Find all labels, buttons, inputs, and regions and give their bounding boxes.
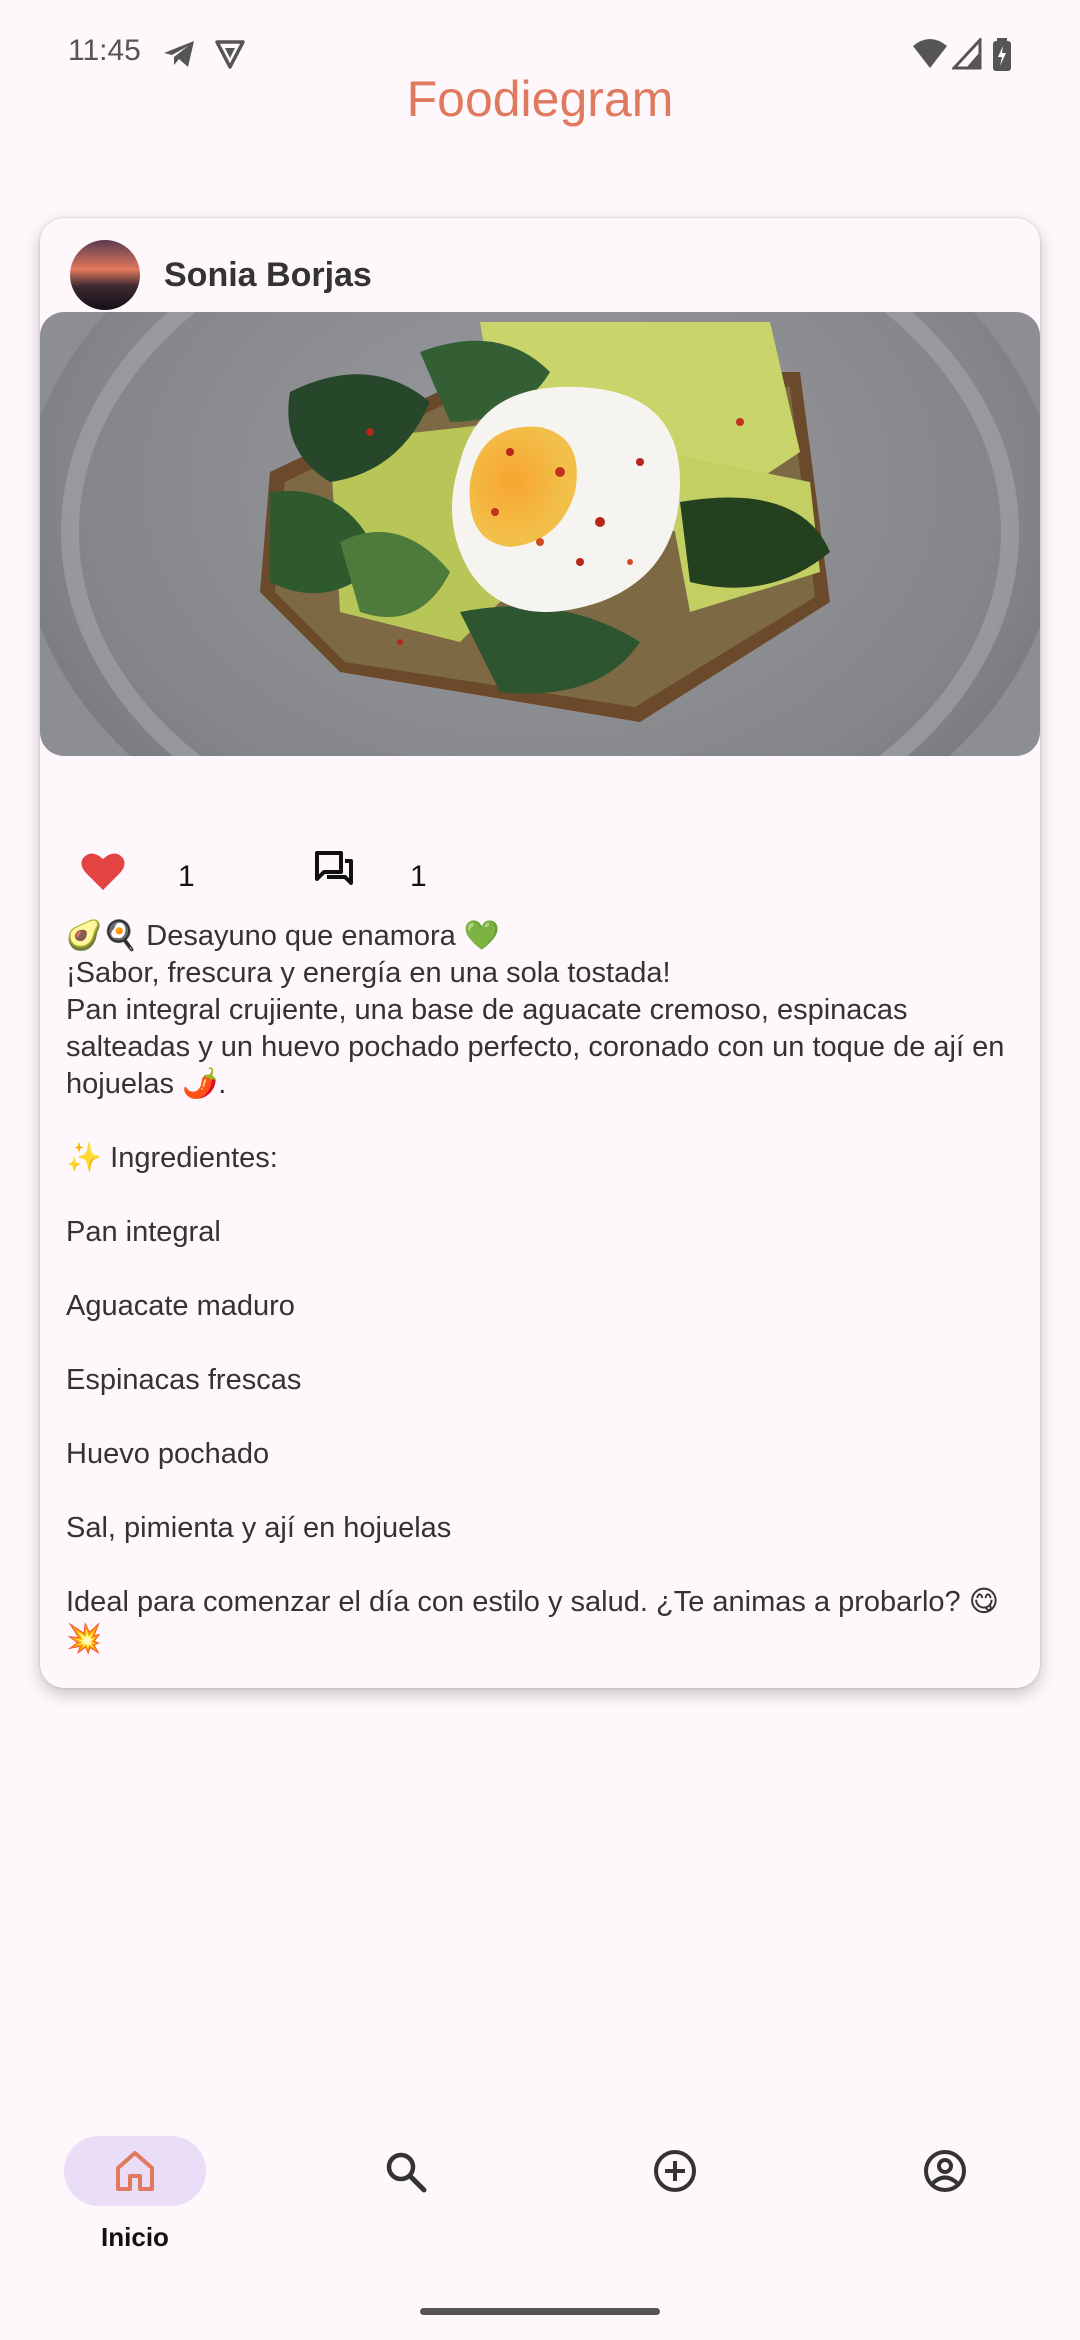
- post-image[interactable]: [40, 312, 1040, 756]
- account-icon: [922, 2148, 968, 2199]
- caption-line: Pan integral crujiente, una base de agua…: [66, 994, 1005, 1100]
- home-icon: [112, 2148, 158, 2199]
- ingredient-item: Aguacate maduro: [66, 1290, 295, 1322]
- nav-item-inicio[interactable]: Inicio: [0, 2110, 270, 2270]
- heart-icon[interactable]: [80, 850, 126, 897]
- search-icon: [382, 2148, 428, 2199]
- post-author[interactable]: Sonia Borjas: [164, 256, 372, 295]
- post-card: Sonia Borjas 1 1 🥑🍳 Desayuno que enamora…: [40, 218, 1040, 1688]
- nav-label-inicio: Inicio: [101, 2222, 169, 2252]
- ingredient-item: Sal, pimienta y ají en hojuelas: [66, 1512, 452, 1544]
- like-count: 1: [178, 860, 195, 893]
- caption-closing: Ideal para comenzar el día con estilo y …: [66, 1586, 999, 1655]
- post-actions: 1 1: [40, 818, 1040, 918]
- app-title: Foodiegram: [406, 71, 674, 127]
- post-header: Sonia Borjas: [40, 218, 1040, 312]
- ingredient-item: Pan integral: [66, 1216, 221, 1248]
- caption-line: ¡Sabor, frescura y energía en una sola t…: [66, 957, 671, 989]
- nav-item-profile[interactable]: [810, 2110, 1080, 2270]
- ingredients-title: ✨ Ingredientes:: [66, 1142, 278, 1174]
- comment-icon[interactable]: [314, 850, 354, 895]
- ingredient-item: Espinacas frescas: [66, 1364, 302, 1396]
- comment-count: 1: [410, 860, 427, 893]
- nav-item-search[interactable]: [270, 2110, 540, 2270]
- avatar[interactable]: [70, 240, 140, 310]
- status-time: 11:45: [68, 34, 141, 67]
- caption-line: 🥑🍳 Desayuno que enamora 💚: [66, 920, 500, 952]
- post-caption: 🥑🍳 Desayuno que enamora 💚 ¡Sabor, frescu…: [66, 918, 1016, 1658]
- home-indicator[interactable]: [420, 2308, 660, 2315]
- bottom-nav: Inicio: [0, 2110, 1080, 2340]
- nav-item-add[interactable]: [540, 2110, 810, 2270]
- add-circle-icon: [652, 2148, 698, 2199]
- ingredient-item: Huevo pochado: [66, 1438, 270, 1470]
